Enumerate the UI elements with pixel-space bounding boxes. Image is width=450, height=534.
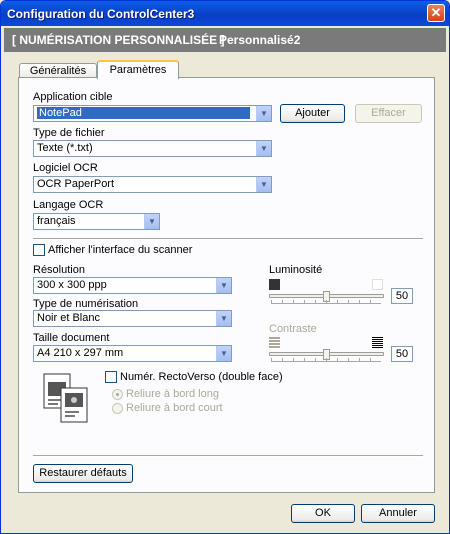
title-bar: Configuration du ControlCenter3 ✕: [1, 1, 449, 26]
chevron-down-icon: ▼: [216, 311, 231, 326]
tab-settings[interactable]: Paramètres: [97, 60, 179, 79]
settings-panel: Application cible NotePad ▼ Ajouter Effa…: [18, 77, 435, 493]
brightness-ticks: [271, 300, 381, 304]
doc-size-select[interactable]: A4 210 x 297 mm ▼: [33, 345, 232, 362]
light-square-icon: [372, 279, 383, 290]
long-edge-radio[interactable]: [112, 389, 123, 400]
doc-size-value: A4 210 x 297 mm: [37, 347, 124, 359]
ocr-language-value: français: [37, 215, 76, 227]
chevron-down-icon: ▼: [256, 177, 271, 192]
chevron-down-icon: ▼: [216, 346, 231, 361]
contrast-value: 50: [391, 346, 413, 362]
file-type-select[interactable]: Texte (*.txt) ▼: [33, 140, 272, 157]
target-app-select[interactable]: NotePad ▼: [33, 105, 272, 122]
section-header: [ NUMÉRISATION PERSONNALISÉE ] Personnal…: [4, 28, 446, 52]
brightness-value: 50: [391, 288, 413, 304]
dark-square-icon: [269, 279, 280, 290]
tab-general-label: Généralités: [29, 65, 87, 77]
duplex-pages-icon: [43, 373, 95, 425]
chevron-down-icon: ▼: [144, 214, 159, 229]
tab-settings-label: Paramètres: [109, 64, 167, 76]
ocr-language-select[interactable]: français ▼: [33, 213, 160, 230]
contrast-label: Contraste: [269, 323, 317, 335]
chevron-down-icon: ▼: [256, 106, 271, 121]
target-app-value: NotePad: [37, 107, 250, 119]
duplex-label: Numér. RectoVerso (double face): [120, 371, 283, 383]
show-scanner-label: Afficher l'interface du scanner: [48, 244, 193, 256]
target-app-label: Application cible: [33, 91, 113, 103]
scan-type-select[interactable]: Noir et Blanc ▼: [33, 310, 232, 327]
ok-button[interactable]: OK: [291, 504, 355, 523]
duplex-checkbox[interactable]: [105, 371, 117, 383]
file-type-label: Type de fichier: [33, 127, 105, 139]
file-type-value: Texte (*.txt): [37, 142, 93, 154]
chevron-down-icon: ▼: [216, 278, 231, 293]
contrast-ticks: [271, 358, 381, 362]
short-edge-radio[interactable]: [112, 403, 123, 414]
resolution-value: 300 x 300 ppp: [37, 279, 107, 291]
short-edge-label: Reliure à bord court: [126, 402, 223, 414]
high-contrast-icon: [372, 337, 383, 348]
config-window: Configuration du ControlCenter3 ✕ [ NUMÉ…: [0, 0, 450, 534]
header-profile-name: Personnalisé2: [219, 33, 301, 47]
doc-size-label: Taille document: [33, 332, 110, 344]
divider: [33, 455, 423, 457]
ocr-software-value: OCR PaperPort: [37, 178, 115, 190]
brightness-label: Luminosité: [269, 264, 323, 276]
chevron-down-icon: ▼: [256, 141, 271, 156]
long-edge-label: Reliure à bord long: [126, 388, 219, 400]
add-app-button[interactable]: Ajouter: [280, 104, 345, 123]
ocr-language-label: Langage OCR: [33, 199, 104, 211]
scan-type-value: Noir et Blanc: [37, 312, 100, 324]
tab-general[interactable]: Généralités: [19, 63, 97, 78]
cancel-button[interactable]: Annuler: [361, 504, 435, 523]
resolution-label: Résolution: [33, 264, 85, 276]
divider: [33, 238, 423, 240]
ocr-software-select[interactable]: OCR PaperPort ▼: [33, 176, 272, 193]
ocr-software-label: Logiciel OCR: [33, 162, 98, 174]
close-icon[interactable]: ✕: [427, 4, 445, 22]
header-section-name: [ NUMÉRISATION PERSONNALISÉE ]: [12, 33, 225, 47]
resolution-select[interactable]: 300 x 300 ppp ▼: [33, 277, 232, 294]
low-contrast-icon: [269, 337, 280, 348]
delete-app-button[interactable]: Effacer: [355, 104, 422, 123]
scan-type-label: Type de numérisation: [33, 298, 139, 310]
window-title: Configuration du ControlCenter3: [7, 7, 195, 21]
show-scanner-checkbox[interactable]: [33, 244, 45, 256]
restore-defaults-button[interactable]: Restaurer défauts: [33, 464, 133, 483]
